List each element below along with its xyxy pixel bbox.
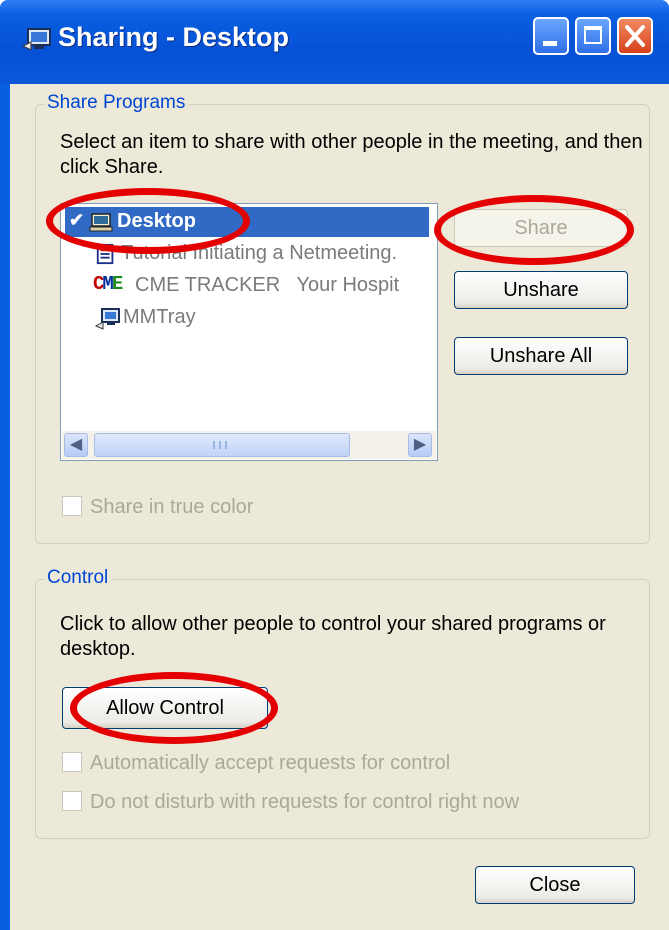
share-programs-label: Share Programs [44, 92, 189, 114]
close-button[interactable]: Close [475, 866, 635, 904]
highlight-ring-share [434, 195, 634, 265]
window-title: Sharing - Desktop [58, 22, 290, 52]
sharing-icon [22, 28, 51, 51]
unshare-button[interactable]: Unshare [454, 271, 628, 309]
list-item-mmtray[interactable]: MMTray [65, 303, 429, 333]
scrollbar-thumb[interactable] [94, 433, 350, 457]
control-description: Click to allow other people to control y… [60, 613, 606, 660]
computer-icon [95, 308, 120, 330]
checkbox-label: Share in true color [90, 496, 254, 518]
cme-icon: CME [93, 273, 123, 295]
highlight-ring-desktop [46, 188, 250, 254]
highlight-ring-allow-control [70, 672, 278, 744]
horizontal-scrollbar[interactable]: ◀ ▶ [62, 431, 436, 459]
scroll-left-button[interactable]: ◀ [64, 433, 88, 457]
list-item-label: MMTray [123, 306, 196, 328]
checkbox-label: Automatically accept requests for contro… [90, 752, 451, 774]
do-not-disturb-checkbox[interactable]: Do not disturb with requests for control… [62, 791, 519, 814]
control-label: Control [44, 567, 112, 589]
unshare-all-button[interactable]: Unshare All [454, 337, 628, 375]
list-item-cme-tracker[interactable]: CME CME TRACKER Your Hospit [65, 271, 429, 301]
title-bar[interactable]: Sharing - Desktop [0, 0, 669, 84]
chevron-right-icon: ▶ [413, 436, 427, 453]
list-item-label: CME TRACKER Your Hospit [135, 274, 400, 296]
chevron-left-icon: ◀ [69, 436, 83, 453]
auto-accept-checkbox[interactable]: Automatically accept requests for contro… [62, 752, 450, 775]
minimize-icon [543, 41, 557, 46]
maximize-icon [584, 26, 602, 44]
share-programs-description: Select an item to share with other peopl… [60, 131, 643, 178]
minimize-button[interactable] [533, 17, 569, 55]
sharing-dialog: Sharing - Desktop Share Programs Select … [0, 0, 669, 930]
checkbox-box [62, 791, 82, 812]
checkbox-label: Do not disturb with requests for control… [90, 791, 520, 813]
maximize-button[interactable] [575, 17, 611, 55]
close-icon [625, 25, 645, 47]
close-window-button[interactable] [617, 17, 653, 55]
share-true-color-checkbox[interactable]: Share in true color [62, 496, 253, 519]
scroll-right-button[interactable]: ▶ [408, 433, 432, 457]
checkbox-box [62, 752, 82, 773]
checkbox-box [62, 496, 82, 517]
grip-icon [213, 441, 227, 449]
